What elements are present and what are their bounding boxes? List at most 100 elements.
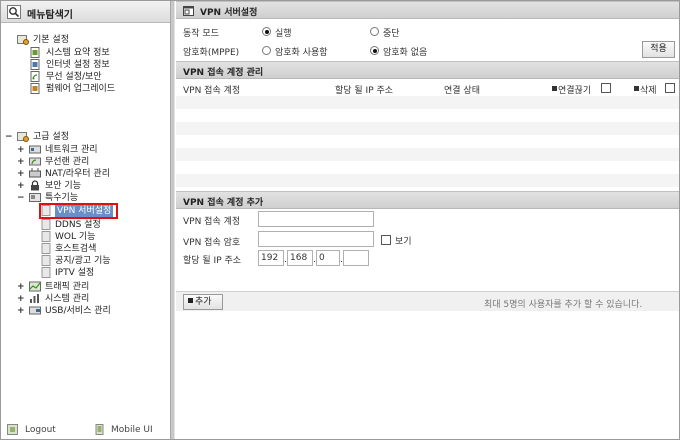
logout-link[interactable]: Logout bbox=[25, 425, 56, 435]
apply-button[interactable]: 적용 bbox=[642, 41, 675, 58]
menu-explorer-panel: 메뉴탐색기 기본 설정 시스템 요약 정보 인터넷 설정 정보 무선 설정/보안… bbox=[1, 1, 170, 439]
expand-icon[interactable]: + bbox=[17, 158, 25, 167]
tree-item-label: USB/서비스 관리 bbox=[45, 306, 111, 316]
add-account-header: VPN 접속 계정 추가 bbox=[176, 191, 679, 209]
network-icon bbox=[29, 145, 41, 154]
expand-icon[interactable]: + bbox=[17, 146, 25, 155]
table-row bbox=[176, 135, 679, 148]
tree-item-system-summary[interactable]: 시스템 요약 정보 bbox=[30, 47, 170, 59]
tree-advanced-settings[interactable]: − 고급 설정 bbox=[5, 131, 155, 143]
page-icon bbox=[41, 219, 51, 230]
tree-item-internet-settings[interactable]: 인터넷 설정 정보 bbox=[30, 59, 170, 71]
table-row bbox=[176, 109, 679, 122]
collapse-icon[interactable]: − bbox=[17, 194, 25, 203]
tree-item-label: DDNS 설정 bbox=[55, 220, 101, 230]
router-icon bbox=[29, 168, 41, 178]
add-account-footer: 추가 최대 5명의 사용자를 추가 할 수 있습니다. bbox=[176, 291, 679, 311]
tree-item-traffic[interactable]: + 트래픽 관리 bbox=[17, 281, 167, 293]
traffic-icon bbox=[29, 281, 41, 292]
col-ip: 할당 될 IP 주소 bbox=[335, 86, 394, 96]
tree-item-label: 시스템 관리 bbox=[45, 294, 90, 304]
tree-item-wireless-security[interactable]: 무선 설정/보안 bbox=[30, 71, 170, 83]
expand-icon[interactable]: + bbox=[17, 170, 25, 179]
disconnect-all-checkbox[interactable] bbox=[601, 83, 611, 93]
tree-item-label: 인터넷 설정 정보 bbox=[46, 60, 110, 70]
firmware-icon bbox=[30, 83, 40, 94]
tree-basic-settings[interactable]: 기본 설정 bbox=[17, 34, 157, 46]
tree-item-wol[interactable]: WOL 기능 bbox=[41, 231, 161, 243]
usb-icon bbox=[29, 306, 41, 315]
tree-item-vpn-server[interactable]: VPN 서버설정 bbox=[39, 203, 161, 219]
logout-icon[interactable] bbox=[7, 424, 18, 435]
tree-item-label: IPTV 설정 bbox=[55, 268, 95, 278]
mppe-option-on: 암호화 사용함 bbox=[275, 48, 328, 58]
mppe-radio-off[interactable] bbox=[370, 46, 379, 55]
table-row bbox=[176, 174, 679, 187]
page-title: VPN 서버설정 bbox=[200, 8, 258, 18]
expand-icon[interactable]: + bbox=[17, 307, 25, 316]
tree-item-wlan[interactable]: + 무선랜 관리 bbox=[17, 156, 167, 168]
content-panel: VPN 서버설정 동작 모드 실행 중단 암호화(MPPE) 암호화 사용함 암… bbox=[176, 1, 679, 439]
ip-octet-2[interactable]: 168 bbox=[287, 250, 313, 266]
expand-icon[interactable]: + bbox=[17, 182, 25, 191]
tree-item-label: 네트워크 관리 bbox=[45, 145, 98, 155]
tree-item-label: 트래픽 관리 bbox=[45, 282, 90, 292]
delete-all-checkbox[interactable] bbox=[665, 83, 675, 93]
mppe-radio-on[interactable] bbox=[262, 46, 271, 55]
panel-divider[interactable] bbox=[170, 1, 175, 439]
tree-item-label: 보안 기능 bbox=[45, 181, 81, 191]
special-functions-icon bbox=[29, 193, 41, 202]
account-table-header: VPN 접속 계정 할당 될 IP 주소 연결 상태 연결끊기 삭제 bbox=[176, 80, 679, 96]
mppe-option-off: 암호화 없음 bbox=[383, 48, 428, 58]
mode-label: 동작 모드 bbox=[183, 29, 219, 39]
system-icon bbox=[30, 294, 39, 303]
tree-item-label: 공지/광고 기능 bbox=[55, 256, 111, 266]
tree-item-label: 무선랜 관리 bbox=[45, 157, 90, 167]
mode-radio-run[interactable] bbox=[262, 27, 271, 36]
mode-radio-stop[interactable] bbox=[370, 27, 379, 36]
tree-item-usb-service[interactable]: + USB/서비스 관리 bbox=[17, 305, 167, 317]
show-password-checkbox[interactable] bbox=[381, 235, 391, 245]
table-row bbox=[176, 122, 679, 135]
mode-option-run: 실행 bbox=[275, 29, 292, 39]
account-management-header: VPN 접속 계정 관리 bbox=[176, 61, 679, 79]
tree-item-ddns[interactable]: DDNS 설정 bbox=[41, 219, 161, 231]
table-row bbox=[176, 161, 679, 174]
internet-settings-icon bbox=[30, 59, 40, 70]
tree-item-network[interactable]: + 네트워크 관리 bbox=[17, 144, 167, 156]
page-icon bbox=[41, 243, 51, 254]
delete-bullet-icon bbox=[634, 86, 639, 91]
tree-item-host-scan[interactable]: 호스트검색 bbox=[41, 243, 161, 255]
menu-explorer-header: 메뉴탐색기 bbox=[1, 1, 170, 23]
col-delete: 삭제 bbox=[640, 86, 657, 96]
ip-octet-1[interactable]: 192 bbox=[258, 250, 284, 266]
ip-octet-3[interactable]: 0 bbox=[316, 250, 340, 266]
collapse-icon[interactable]: − bbox=[5, 133, 13, 142]
tree-item-label: 무선 설정/보안 bbox=[46, 72, 102, 82]
col-disconnect: 연결끊기 bbox=[558, 86, 592, 96]
tree-item-iptv[interactable]: IPTV 설정 bbox=[41, 267, 161, 279]
show-password-label: 보기 bbox=[395, 237, 412, 247]
add-bullet-icon bbox=[188, 298, 193, 303]
tree-item-security[interactable]: + 보안 기능 bbox=[17, 180, 167, 192]
page-icon bbox=[41, 255, 51, 266]
account-input[interactable] bbox=[258, 211, 374, 227]
tree-item-firmware-upgrade[interactable]: 펌웨어 업그레이드 bbox=[30, 83, 170, 95]
tree-item-label: NAT/라우터 관리 bbox=[45, 169, 110, 179]
add-button[interactable]: 추가 bbox=[183, 294, 223, 310]
tree-item-nat-router[interactable]: + NAT/라우터 관리 bbox=[17, 168, 167, 180]
ip-octet-4[interactable] bbox=[343, 250, 369, 266]
mobile-ui-link[interactable]: Mobile UI bbox=[111, 425, 153, 435]
tree-item-label: 호스트검색 bbox=[55, 244, 97, 254]
expand-icon[interactable]: + bbox=[17, 283, 25, 292]
ip-label: 할당 될 IP 주소 bbox=[183, 256, 242, 266]
mobile-icon[interactable] bbox=[94, 424, 105, 435]
password-label: VPN 접속 암호 bbox=[183, 238, 241, 248]
password-input[interactable] bbox=[258, 231, 374, 247]
expand-icon[interactable]: + bbox=[17, 295, 25, 304]
menu-explorer-title: 메뉴탐색기 bbox=[27, 10, 73, 21]
selection-highlight bbox=[39, 203, 118, 219]
mppe-label: 암호화(MPPE) bbox=[183, 48, 240, 58]
tree-item-system[interactable]: + 시스템 관리 bbox=[17, 293, 167, 305]
tree-item-notice-ad[interactable]: 공지/광고 기능 bbox=[41, 255, 161, 267]
